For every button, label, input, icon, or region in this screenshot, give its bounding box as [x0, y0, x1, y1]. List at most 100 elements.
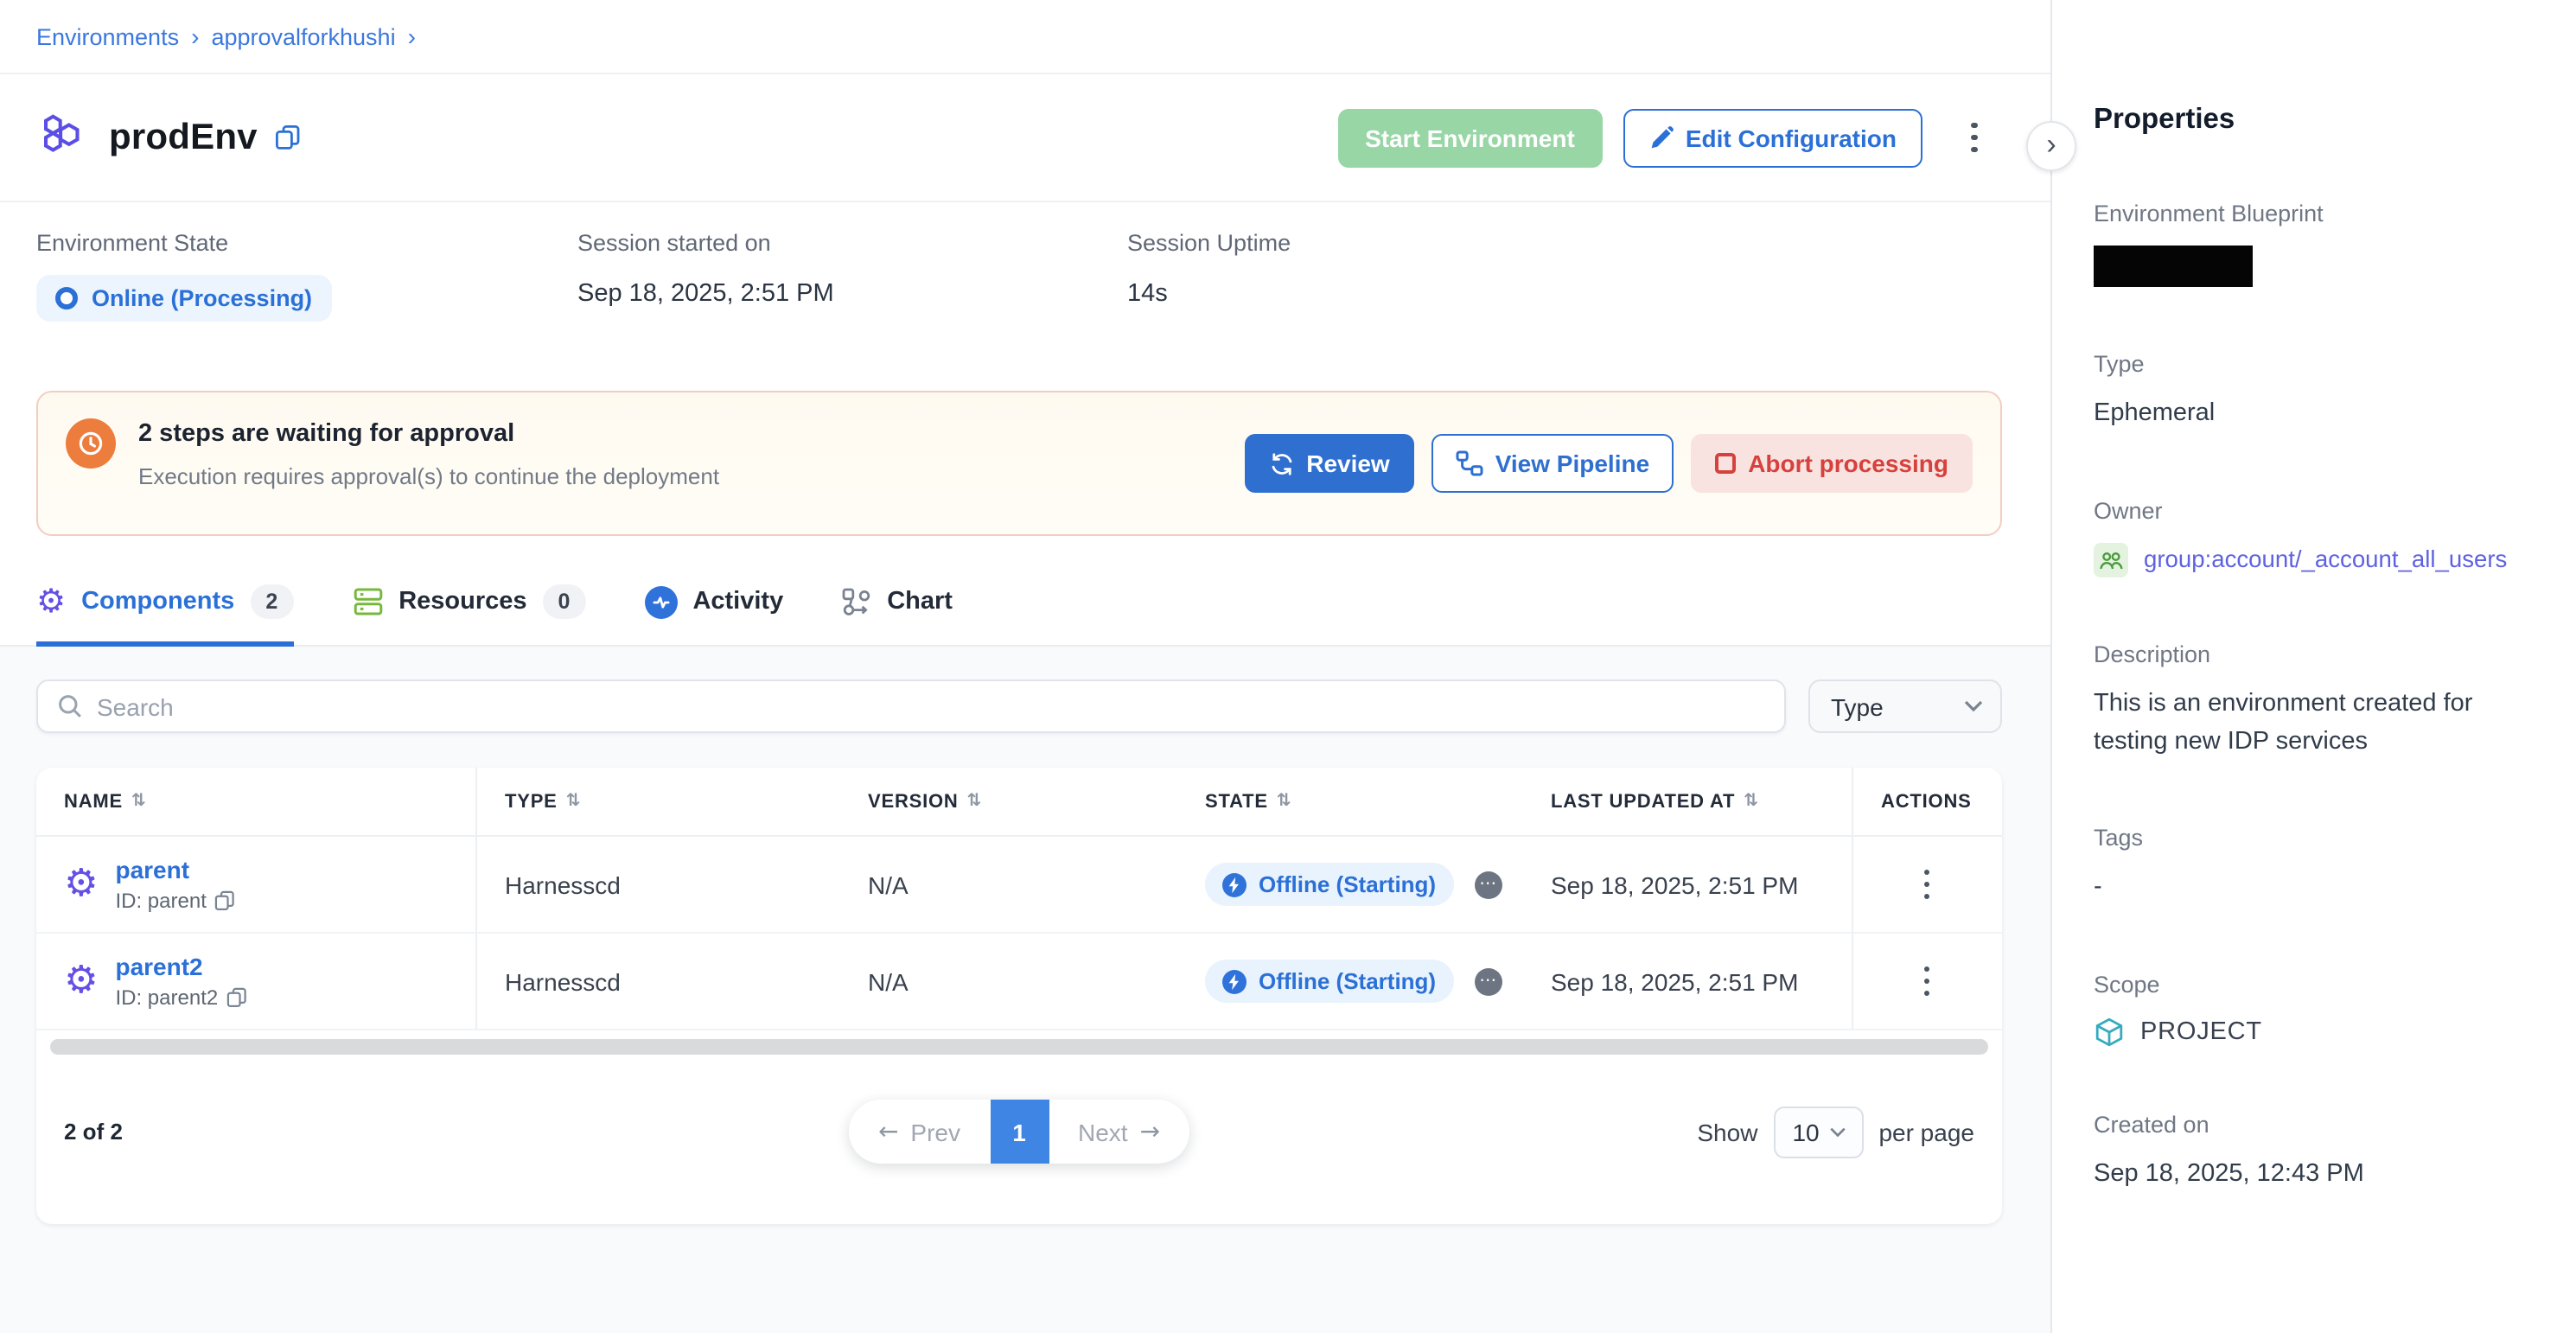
page-size-dropdown[interactable]: 10 — [1773, 1106, 1863, 1158]
copy-id-icon[interactable] — [215, 890, 236, 911]
session-info: Environment State Online (Processing) Se… — [0, 202, 2050, 322]
component-link[interactable]: parent — [115, 856, 235, 883]
pager: Prev 1 Next — [849, 1100, 1189, 1164]
tab-components[interactable]: ⚙ Components 2 — [36, 584, 293, 647]
component-updated: Sep 18, 2025, 2:51 PM — [1523, 967, 1852, 995]
breadcrumb-separator-icon — [191, 22, 199, 50]
component-type: Harnesscd — [477, 967, 840, 995]
state-details-icon[interactable] — [1474, 967, 1502, 995]
environment-hexagons-icon — [36, 111, 90, 164]
search-input[interactable] — [97, 692, 1784, 720]
tab-chart[interactable]: Chart — [842, 584, 953, 647]
start-environment-button[interactable]: Start Environment — [1337, 108, 1603, 167]
component-updated: Sep 18, 2025, 2:51 PM — [1523, 871, 1852, 898]
created-on-label: Created on — [2094, 1112, 2548, 1138]
blueprint-label: Environment Blueprint — [2094, 201, 2548, 226]
header-more-menu-icon[interactable] — [1961, 116, 1988, 160]
table-row: ⚙ parent2 ID: parent2 Harnesscd — [36, 934, 2002, 1030]
components-table: NAME TYPE VERSION STATE LAST UPDATED AT … — [36, 768, 2002, 1224]
component-state-cell: Offline (Starting) — [1177, 960, 1523, 1003]
tab-resources[interactable]: Resources 0 — [352, 584, 585, 647]
column-header-type[interactable]: TYPE — [477, 768, 840, 835]
blueprint-redacted-value — [2094, 246, 2253, 287]
main-column: Environments approvalforkhushi prodEnv S… — [0, 0, 2050, 1333]
per-page-label: per page — [1878, 1118, 1974, 1145]
type-value: Ephemeral — [2094, 396, 2548, 434]
view-pipeline-button[interactable]: View Pipeline — [1431, 434, 1674, 493]
scope-label: Scope — [2094, 972, 2548, 998]
horizontal-scrollbar[interactable] — [50, 1039, 1988, 1055]
session-started-label: Session started on — [577, 230, 1127, 256]
abort-processing-button[interactable]: Abort processing — [1691, 434, 1973, 493]
component-link[interactable]: parent2 — [115, 953, 247, 980]
pagination: 2 of 2 Prev 1 Next Show 10 — [36, 1055, 2002, 1224]
description-label: Description — [2094, 641, 2548, 667]
column-header-version[interactable]: VERSION — [840, 768, 1177, 835]
type-filter-dropdown[interactable]: Type — [1808, 679, 2002, 733]
components-gear-icon: ⚙ — [36, 585, 66, 618]
column-header-last-updated[interactable]: LAST UPDATED AT — [1523, 768, 1852, 835]
breadcrumb-approvalforkhushi[interactable]: approvalforkhushi — [211, 23, 395, 49]
panel-collapse-chevron-icon[interactable] — [2026, 121, 2076, 171]
row-actions-menu-icon[interactable] — [1913, 960, 1941, 1004]
owner-label: Owner — [2094, 498, 2548, 524]
group-icon — [2094, 543, 2128, 577]
properties-panel: Properties Environment Blueprint Type Ep… — [2050, 0, 2576, 1333]
breadcrumb-separator-icon — [408, 22, 416, 50]
scope-value: PROJECT — [2140, 1018, 2262, 1046]
page-header: prodEnv Start Environment Edit Configura… — [0, 74, 2050, 202]
component-version: N/A — [840, 871, 1177, 898]
scope-cube-icon — [2094, 1017, 2125, 1048]
breadcrumb: Environments approvalforkhushi — [0, 0, 2050, 74]
component-type: Harnesscd — [477, 871, 840, 898]
resources-count-badge: 0 — [543, 584, 586, 619]
show-label: Show — [1697, 1118, 1757, 1145]
properties-title: Properties — [2094, 104, 2548, 137]
activity-pulse-icon — [644, 585, 677, 618]
table-row: ⚙ parent ID: parent Harnesscd — [36, 837, 2002, 934]
copy-title-icon[interactable] — [275, 124, 301, 150]
owner-group-link[interactable]: group:account/_account_all_users — [2144, 547, 2507, 573]
components-count-badge: 2 — [250, 584, 293, 619]
header-actions: Start Environment Edit Configuration — [1337, 108, 1988, 167]
pending-clock-icon — [66, 418, 116, 469]
breadcrumb-environments[interactable]: Environments — [36, 23, 179, 49]
state-badge: Offline (Starting) — [1205, 863, 1453, 906]
component-version: N/A — [840, 967, 1177, 995]
copy-id-icon[interactable] — [226, 987, 247, 1008]
component-name-cell: ⚙ parent ID: parent — [36, 837, 477, 932]
pipeline-icon — [1456, 450, 1483, 477]
prev-page-button[interactable]: Prev — [849, 1100, 990, 1164]
next-page-button[interactable]: Next — [1049, 1100, 1189, 1164]
pencil-icon — [1649, 125, 1674, 150]
page-1-button[interactable]: 1 — [990, 1100, 1049, 1164]
review-button[interactable]: Review — [1244, 434, 1414, 493]
component-gear-icon: ⚙ — [64, 962, 98, 1000]
bolt-icon — [1222, 969, 1247, 993]
approval-banner: 2 steps are waiting for approval Executi… — [36, 391, 2002, 536]
column-header-name[interactable]: NAME — [36, 768, 477, 835]
chart-flow-icon — [842, 587, 871, 616]
type-label: Type — [2094, 351, 2548, 377]
row-actions-menu-icon[interactable] — [1913, 863, 1941, 907]
component-id: ID: parent — [115, 889, 206, 913]
approval-banner-subtitle: Execution requires approval(s) to contin… — [138, 463, 719, 489]
edit-configuration-button[interactable]: Edit Configuration — [1623, 108, 1922, 167]
created-on-value: Sep 18, 2025, 12:43 PM — [2094, 1157, 2548, 1195]
component-state-cell: Offline (Starting) — [1177, 863, 1523, 906]
stop-square-icon — [1715, 453, 1736, 474]
component-gear-icon: ⚙ — [64, 865, 98, 903]
app-window: Environments approvalforkhushi prodEnv S… — [0, 0, 2576, 1333]
online-ring-icon — [55, 287, 78, 309]
column-header-actions: ACTIONS — [1852, 768, 2000, 835]
tab-bar: ⚙ Components 2 Resources 0 A — [0, 584, 2050, 647]
session-started-value: Sep 18, 2025, 2:51 PM — [577, 280, 1127, 308]
tab-activity[interactable]: Activity — [644, 584, 783, 647]
state-details-icon[interactable] — [1474, 871, 1502, 898]
components-content: Type NAME TYPE VERSION STATE LAST UPDATE… — [0, 647, 2050, 1333]
column-header-state[interactable]: STATE — [1177, 768, 1523, 835]
component-actions-cell — [1852, 837, 2000, 932]
session-uptime-value: 14s — [1127, 280, 1291, 308]
state-badge: Offline (Starting) — [1205, 960, 1453, 1003]
environment-state-badge: Online (Processing) — [36, 275, 331, 322]
